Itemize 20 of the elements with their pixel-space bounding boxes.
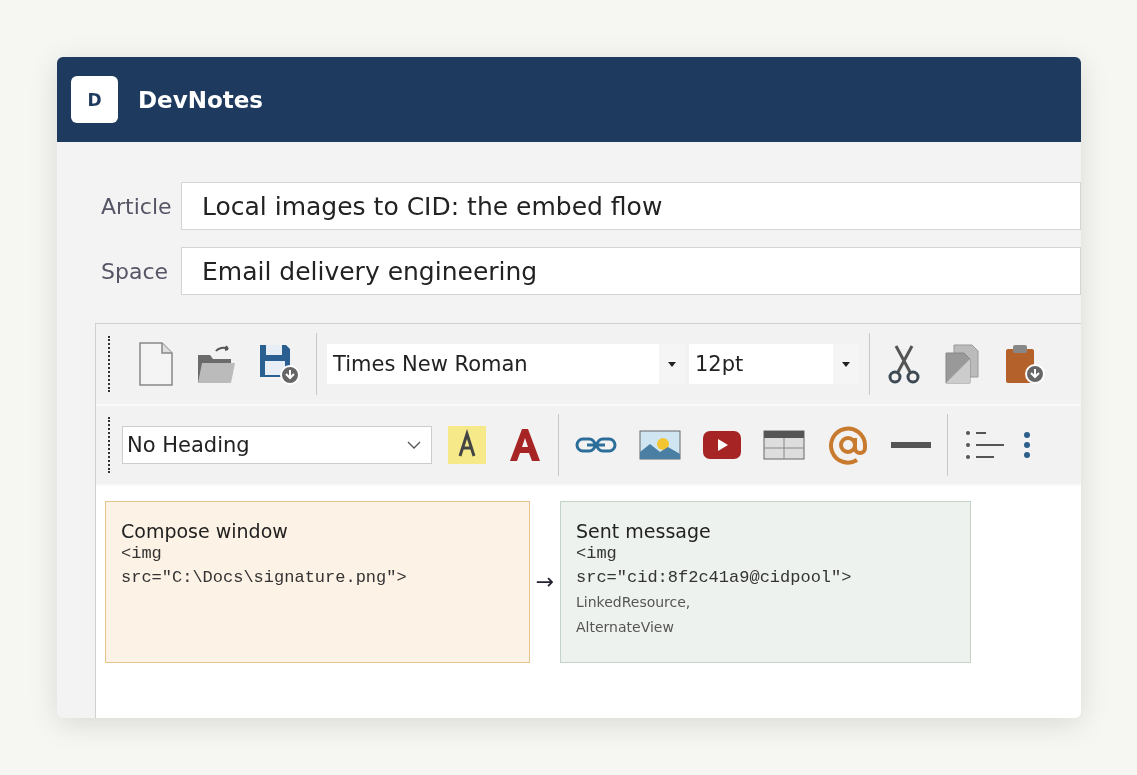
box-note: LinkedResource, [576, 593, 692, 612]
text-field[interactable]: Local images to CID: the embed flow [181, 182, 1081, 230]
box-title: Compose window [121, 520, 289, 542]
box-title: Sent message [576, 520, 712, 542]
code-line: <img [121, 543, 163, 565]
app-logo: D [71, 76, 118, 123]
text-field[interactable]: Email delivery engineering [181, 247, 1081, 295]
font-dropdown[interactable]: Times New Roman [327, 344, 685, 384]
chevron-down-icon [407, 441, 421, 449]
box-note: AlternateView [576, 618, 675, 637]
code-line: src="cid:8f2c41a9@cidpool"> [576, 567, 853, 589]
flow-arrow: → [534, 569, 556, 594]
code-line: src="C:\Docs\signature.png"> [121, 567, 408, 589]
field-label: Space [100, 258, 170, 284]
bullet-list-icon[interactable] [1022, 430, 1032, 460]
heading-select[interactable]: No Heading [122, 426, 432, 464]
size-dropdown[interactable]: 12pt [689, 344, 859, 384]
window-title: DevNotes [138, 86, 264, 113]
code-line: <img [576, 543, 618, 565]
field-label: Article [100, 193, 173, 219]
